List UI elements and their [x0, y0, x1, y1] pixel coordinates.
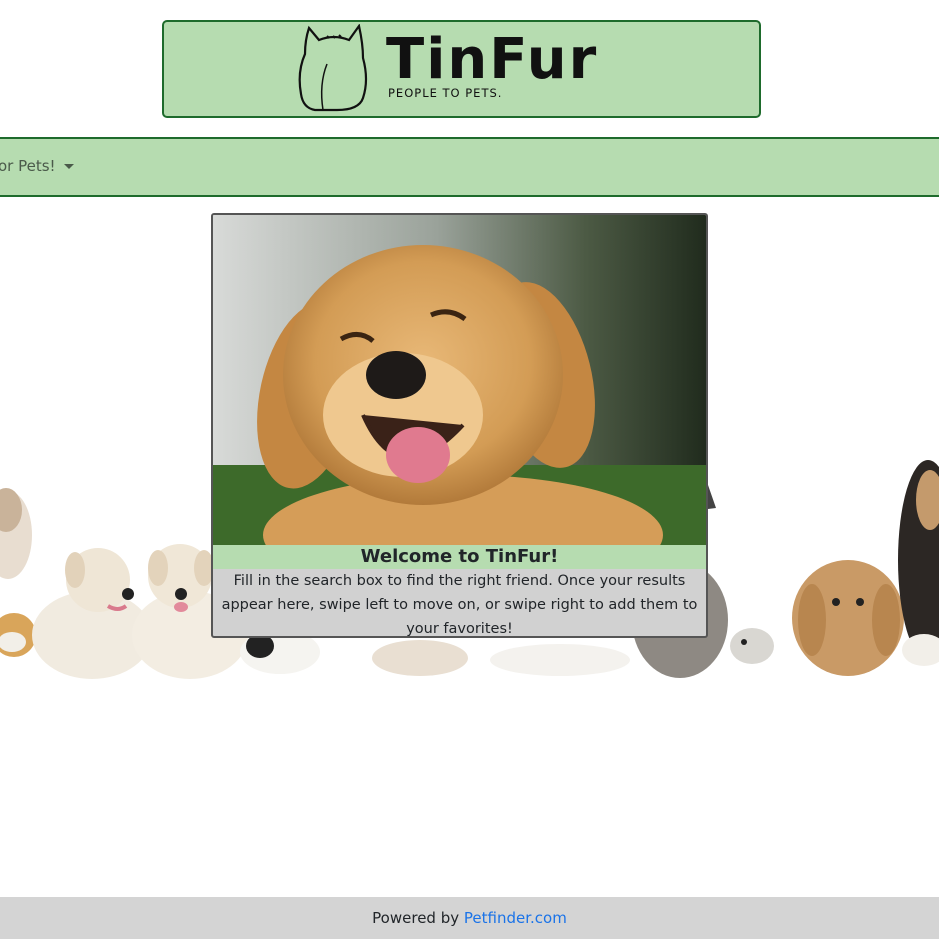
nav-dropdown-toggle[interactable]: or Pets! — [0, 157, 74, 175]
footer-prefix: Powered by — [372, 909, 464, 927]
logo-tagline: PEOPLE TO PETS. — [388, 86, 503, 100]
logo-title: TinFur — [386, 27, 599, 92]
cat-logo-icon — [298, 24, 368, 112]
nav-dropdown-label: or Pets! — [0, 157, 56, 175]
caret-down-icon — [63, 164, 74, 169]
card-description: Fill in the search box to find the right… — [221, 573, 698, 637]
card-title: Welcome to TinFur! — [213, 545, 706, 569]
welcome-card: Welcome to TinFur! Fill in the search bo… — [211, 213, 708, 638]
logo-banner: TinFur PEOPLE TO PETS. — [162, 20, 761, 118]
petfinder-link[interactable]: Petfinder.com — [464, 909, 567, 927]
footer: Powered by Petfinder.com — [0, 897, 939, 939]
golden-retriever-photo — [213, 215, 706, 545]
navbar: or Pets! — [0, 137, 939, 197]
